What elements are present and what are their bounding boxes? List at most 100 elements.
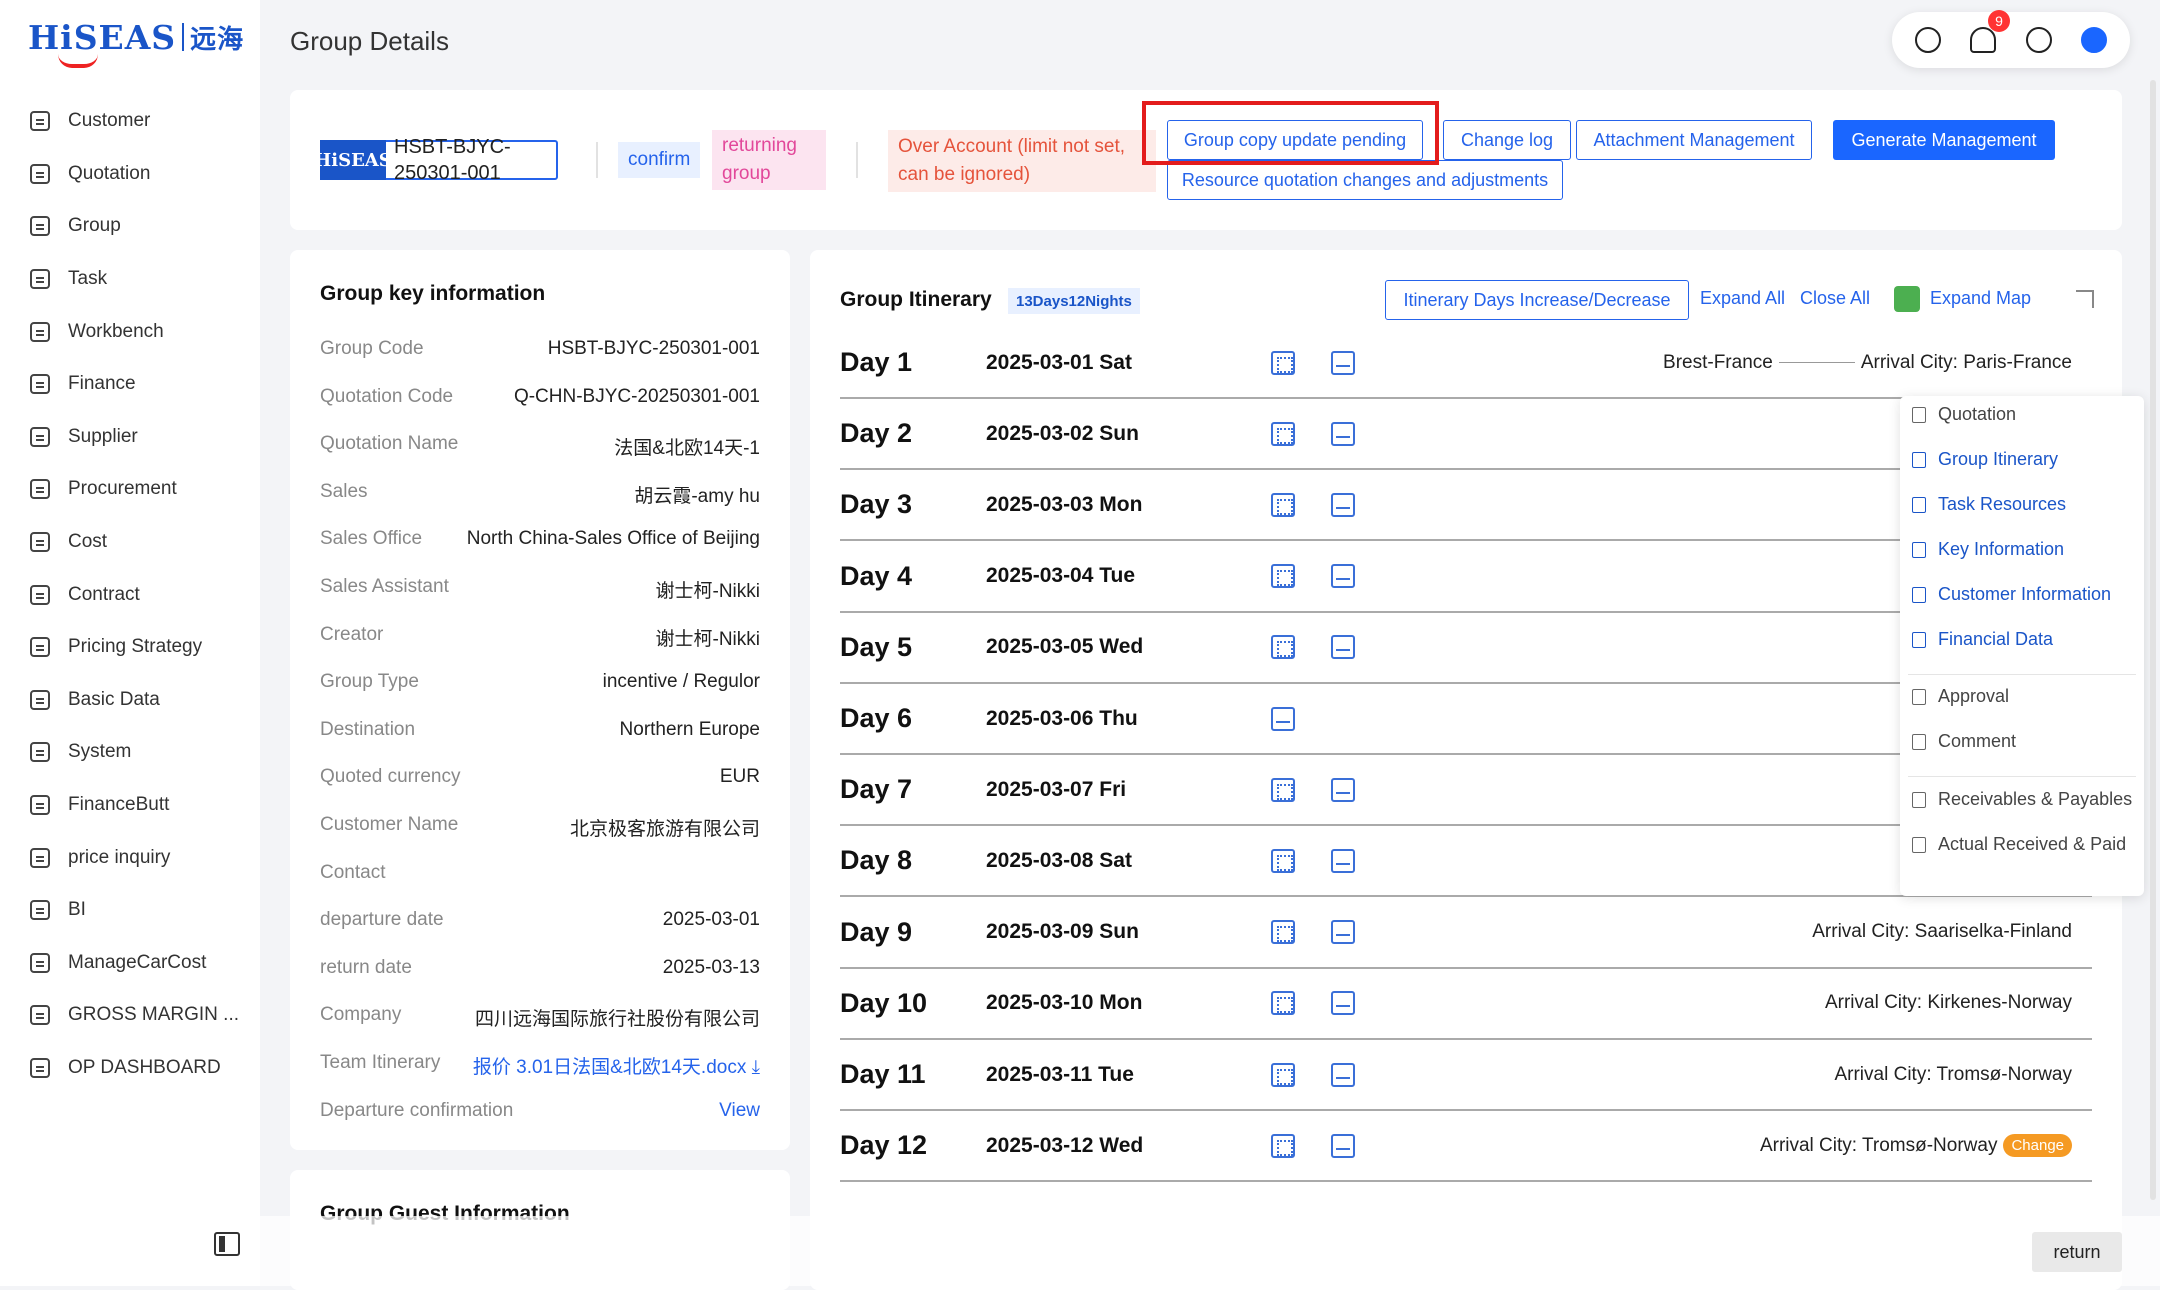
- day-date: 2025-03-11 Tue: [986, 1062, 1134, 1086]
- resource-quotation-button[interactable]: Resource quotation changes and adjustmen…: [1167, 160, 1563, 200]
- sidebar-item[interactable]: Group: [0, 200, 260, 253]
- bus-icon[interactable]: [1331, 492, 1355, 517]
- anchor-menu-item[interactable]: Financial Data: [1912, 629, 2053, 650]
- fullscreen-icon[interactable]: [2076, 290, 2094, 308]
- car-cost-icon: [30, 952, 50, 973]
- day-date: 2025-03-04 Tue: [986, 564, 1136, 588]
- itinerary-day-row[interactable]: Day 10 2025-03-10 Mon Arrival City: Kirken…: [840, 969, 2092, 1040]
- hotel-icon[interactable]: [1271, 1133, 1295, 1158]
- day-date: 2025-03-12 Wed: [986, 1133, 1144, 1157]
- hotel-icon[interactable]: [1271, 564, 1295, 589]
- attachment-management-button[interactable]: Attachment Management: [1576, 120, 1812, 160]
- hotel-icon[interactable]: [1271, 635, 1295, 660]
- sidebar-item[interactable]: Quotation: [0, 148, 260, 201]
- route-line: [1778, 362, 1855, 363]
- sidebar-item[interactable]: Finance: [0, 358, 260, 411]
- key-info-row: Group Code HSBT-BJYC-250301-001: [320, 338, 760, 360]
- return-button[interactable]: return: [2032, 1232, 2122, 1272]
- departure-city: Brest-France: [1663, 351, 1773, 373]
- anchor-menu-item[interactable]: Group Itinerary: [1912, 449, 2058, 470]
- sidebar-item[interactable]: GROSS MARGIN ...: [0, 989, 260, 1042]
- sidebar-item[interactable]: Contract: [0, 568, 260, 621]
- bus-icon[interactable]: [1271, 706, 1295, 731]
- bus-icon[interactable]: [1331, 421, 1355, 446]
- sidebar-item[interactable]: Supplier: [0, 411, 260, 464]
- key-info-value: 四川远海国际旅行社股份有限公司: [474, 1009, 760, 1031]
- bus-icon[interactable]: [1331, 350, 1355, 375]
- sidebar-item[interactable]: Procurement: [0, 463, 260, 516]
- bell-icon[interactable]: [1970, 27, 1997, 53]
- key-info-value: 法国&北欧14天-1: [614, 438, 760, 460]
- bus-icon[interactable]: [1331, 991, 1355, 1016]
- close-all-link[interactable]: Close All: [1800, 288, 1870, 309]
- anchor-item-icon: [1912, 791, 1926, 808]
- hiseas-logo[interactable]: HiSEAS 远海: [28, 14, 244, 68]
- sidebar-item[interactable]: OP DASHBOARD: [0, 1042, 260, 1095]
- anchor-menu-item[interactable]: Customer Information: [1912, 584, 2111, 605]
- anchor-menu-item[interactable]: Actual Received & Paid: [1912, 834, 2126, 855]
- search-icon[interactable]: [1914, 27, 1941, 53]
- itinerary-day-row[interactable]: Day 11 2025-03-11 Tue Arrival City: Tromsø…: [840, 1040, 2092, 1111]
- sidebar-item[interactable]: BI: [0, 884, 260, 937]
- key-info-link[interactable]: View: [719, 1100, 760, 1122]
- day-route: Arrival City: Kirkenes-Norway: [1825, 992, 2092, 1014]
- anchor-menu-item[interactable]: Approval: [1912, 686, 2009, 707]
- hotel-icon[interactable]: [1271, 1062, 1295, 1087]
- key-info-value: EUR: [719, 766, 760, 788]
- hotel-icon[interactable]: [1271, 920, 1295, 945]
- bus-icon[interactable]: [1331, 635, 1355, 660]
- day-label: Day 8: [840, 845, 913, 876]
- anchor-item-label: Quotation: [1938, 404, 2017, 424]
- sidebar-item[interactable]: Basic Data: [0, 674, 260, 727]
- hotel-icon[interactable]: [1271, 991, 1295, 1016]
- anchor-item-label: Group Itinerary: [1938, 449, 2059, 469]
- key-info-value: HSBT-BJYC-250301-001: [547, 338, 760, 359]
- sidebar-item-label: price inquiry: [68, 846, 171, 868]
- bus-icon[interactable]: [1331, 1062, 1355, 1087]
- anchor-item-icon: [1912, 688, 1926, 705]
- sidebar-item[interactable]: Customer: [0, 95, 260, 148]
- sidebar-item[interactable]: System: [0, 726, 260, 779]
- scrollbar[interactable]: [2150, 80, 2156, 1200]
- itinerary-days-button[interactable]: Itinerary Days Increase/Decrease: [1385, 280, 1689, 320]
- sidebar-item[interactable]: FinanceButt: [0, 779, 260, 832]
- user-avatar-icon[interactable]: [2081, 27, 2108, 53]
- anchor-menu-item[interactable]: Task Resources: [1912, 494, 2066, 515]
- anchor-menu-item[interactable]: Receivables & Payables: [1912, 789, 2132, 810]
- sidebar-item[interactable]: ManageCarCost: [0, 937, 260, 990]
- hotel-icon[interactable]: [1271, 848, 1295, 873]
- expand-all-link[interactable]: Expand All: [1700, 288, 1785, 309]
- sidebar-item[interactable]: Workbench: [0, 305, 260, 358]
- expand-map-link[interactable]: Expand Map: [1930, 288, 2031, 309]
- anchor-menu-item[interactable]: Key Information: [1912, 539, 2064, 560]
- anchor-menu-item[interactable]: Quotation: [1912, 404, 2016, 425]
- sidebar-item[interactable]: price inquiry: [0, 831, 260, 884]
- sidebar-item[interactable]: Pricing Strategy: [0, 621, 260, 674]
- anchor-menu-item[interactable]: Comment: [1912, 731, 2016, 752]
- key-info-value: Northern Europe: [619, 718, 760, 740]
- bus-icon[interactable]: [1331, 1133, 1355, 1158]
- bus-icon[interactable]: [1331, 564, 1355, 589]
- key-info-value: North China-Sales Office of Beijing: [466, 528, 760, 550]
- itinerary-day-row[interactable]: Day 1 2025-03-01 Sat Brest-France Arrival C…: [840, 328, 2092, 399]
- sidebar-item-label: BI: [68, 899, 86, 921]
- generate-management-button[interactable]: Generate Management: [1833, 120, 2055, 160]
- sidebar-item[interactable]: Cost: [0, 516, 260, 569]
- help-icon[interactable]: [2025, 27, 2052, 53]
- key-info-link[interactable]: 报价 3.01日法国&北欧14天.docx ⤓: [473, 1052, 760, 1079]
- sidebar-item[interactable]: Task: [0, 253, 260, 306]
- bus-icon[interactable]: [1331, 777, 1355, 802]
- itinerary-day-row[interactable]: Day 12 2025-03-12 Wed Arrival City: Tromsø…: [840, 1111, 2092, 1183]
- bus-icon[interactable]: [1331, 848, 1355, 873]
- bus-icon[interactable]: [1331, 920, 1355, 945]
- key-info-title: Group key information: [320, 282, 546, 305]
- hotel-icon[interactable]: [1271, 421, 1295, 446]
- collapse-sidebar-icon[interactable]: [214, 1232, 240, 1256]
- change-log-button[interactable]: Change log: [1443, 120, 1571, 160]
- hotel-icon[interactable]: [1271, 777, 1295, 802]
- anchor-divider: [1908, 776, 2136, 777]
- itinerary-day-row[interactable]: Day 9 2025-03-09 Sun Arrival City: Saarise…: [840, 898, 2092, 969]
- change-badge[interactable]: Change: [2003, 1134, 2072, 1158]
- hotel-icon[interactable]: [1271, 492, 1295, 517]
- hotel-icon[interactable]: [1271, 350, 1295, 375]
